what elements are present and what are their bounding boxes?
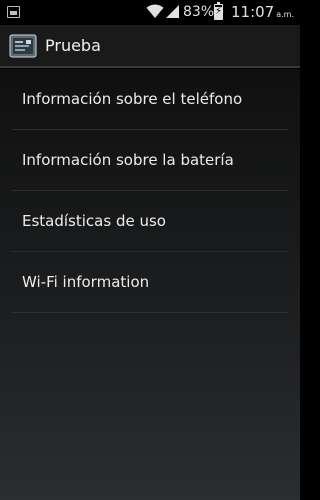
menu-item-label: Estadísticas de uso [22,212,166,230]
clock-time: 11:07 [231,3,275,21]
clock-ampm: a.m. [276,10,295,19]
menu-item-battery-info[interactable]: Información sobre la batería [12,130,288,191]
status-bar: 83% ⚡ 11:07 a.m. [0,0,300,25]
battery-percentage: 83% [183,4,215,20]
app-icon[interactable] [9,32,37,60]
wifi-icon [146,4,164,18]
menu-item-label: Información sobre el teléfono [22,90,243,108]
menu-item-phone-info[interactable]: Información sobre el teléfono [12,69,288,130]
menu-item-wifi-info[interactable]: Wi-Fi information [12,252,288,313]
menu-item-label: Información sobre la batería [22,151,234,169]
action-bar: Prueba [0,25,300,68]
menu-item-label: Wi-Fi information [22,273,150,291]
content-area: Información sobre el teléfono Informació… [0,69,300,500]
app-title: Prueba [45,36,101,55]
menu-list: Información sobre el teléfono Informació… [12,69,288,313]
battery-charging-icon: ⚡ [214,2,223,20]
notification-icon [7,6,20,18]
clock: 11:07 a.m. [231,3,294,21]
menu-item-usage-stats[interactable]: Estadísticas de uso [12,191,288,252]
signal-icon [166,5,179,18]
